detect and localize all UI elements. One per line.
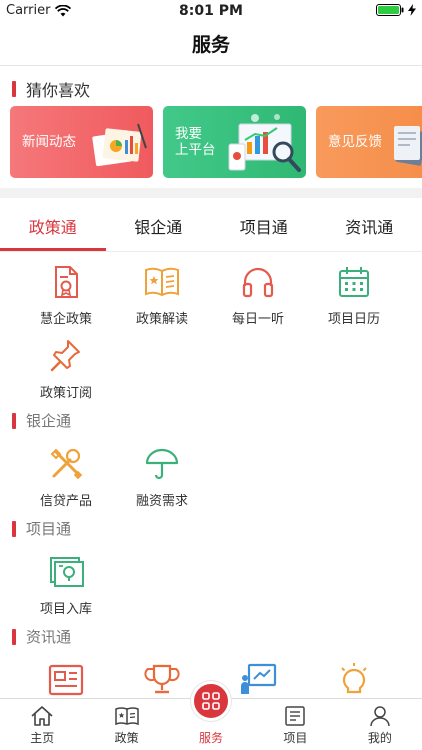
platform-illustration-icon — [228, 114, 301, 172]
tools-icon — [50, 448, 83, 480]
grid-label: 项目入库 — [39, 602, 92, 617]
tab-project[interactable]: 项目通 — [211, 200, 317, 251]
tabbar-service-label: 服务 — [199, 731, 224, 745]
news-illustration-icon — [92, 123, 147, 167]
tab-bank[interactable]: 银企通 — [106, 200, 212, 251]
grid-item-idea[interactable] — [302, 662, 406, 698]
tabbar-project-label: 项目 — [283, 731, 308, 745]
grid-item-project-storage[interactable]: 项目入库 — [14, 554, 118, 617]
umbrella-icon — [145, 448, 179, 480]
page-title: 服务 — [191, 34, 230, 56]
platform-card[interactable]: 我要 上平台 — [163, 106, 306, 178]
platform-card-label: 我要 上平台 — [175, 126, 216, 158]
presentation-icon — [241, 663, 277, 694]
newspaper-icon — [48, 664, 84, 696]
service-tabs: 政策通 银企通 项目通 资讯通 — [0, 200, 422, 252]
grid-item-subscribe[interactable]: 政策订阅 — [14, 338, 118, 401]
grid-label: 融资需求 — [135, 494, 188, 509]
platform-card-line2: 上平台 — [175, 142, 216, 158]
service-grid-icon — [202, 692, 220, 710]
tabbar-home[interactable]: 主页 — [0, 699, 84, 750]
grid-item-policy[interactable]: 慧企政策 — [14, 264, 118, 327]
pin-icon — [50, 340, 80, 372]
calendar-icon — [339, 267, 369, 297]
tab-policy[interactable]: 政策通 — [0, 200, 106, 251]
grid-label: 政策订阅 — [39, 386, 92, 401]
section-marker — [12, 412, 16, 429]
bottom-tab-bar: 主页 政策 服务 项目 我的 — [0, 681, 422, 750]
battery-icon — [376, 4, 404, 16]
home-icon — [31, 706, 53, 726]
nav-bar: 服务 — [0, 22, 422, 66]
grid-item-news[interactable] — [14, 662, 118, 698]
service-center-button[interactable] — [191, 681, 232, 721]
headphones-icon — [242, 267, 274, 298]
status-bar: Carrier 8:01 PM — [0, 0, 422, 22]
charging-icon — [408, 4, 416, 16]
policy-book-icon — [114, 707, 139, 726]
news-card-label: 新闻动态 — [22, 134, 76, 150]
tabbar-profile[interactable]: 我的 — [338, 699, 422, 750]
grid-label: 项目日历 — [327, 312, 380, 327]
platform-card-line1: 我要 — [175, 126, 202, 142]
grid-item-daily-listen[interactable]: 每日一听 — [206, 264, 310, 327]
info-section-title: 资讯通 — [26, 628, 72, 646]
policy-doc-icon — [55, 266, 78, 298]
service-screen: Carrier 8:01 PM 服务 猜你喜欢 新闻动态 我要 上平台 意见反馈… — [0, 0, 422, 750]
grid-label: 信贷产品 — [39, 494, 92, 509]
grid-label: 每日一听 — [231, 312, 284, 327]
grid-label: 政策解读 — [135, 312, 188, 327]
grid-item-calendar[interactable]: 项目日历 — [302, 264, 406, 327]
grid-item-interpretation[interactable]: 政策解读 — [110, 264, 214, 327]
section-marker — [12, 628, 16, 645]
project-section-title: 项目通 — [26, 520, 72, 538]
tabbar-policy[interactable]: 政策 — [84, 699, 168, 750]
bank-section-title: 银企通 — [26, 412, 72, 430]
trophy-icon — [144, 664, 180, 694]
grid-item-credit[interactable]: 信贷产品 — [14, 446, 118, 509]
status-time: 8:01 PM — [179, 3, 243, 19]
guess-section-title: 猜你喜欢 — [26, 81, 91, 100]
grid-label: 慧企政策 — [39, 312, 92, 327]
section-marker — [12, 81, 16, 97]
grid-item-financing[interactable]: 融资需求 — [110, 446, 214, 509]
tabbar-policy-label: 政策 — [114, 731, 139, 745]
feedback-card[interactable]: 意见反馈 — [316, 106, 422, 178]
section-marker — [12, 520, 16, 537]
info-section-header: 资讯通 — [12, 626, 71, 647]
feedback-card-label: 意见反馈 — [328, 134, 382, 150]
book-star-icon — [145, 267, 179, 297]
lightbulb-icon — [341, 663, 367, 694]
tabbar-service[interactable]: 服务 — [169, 681, 253, 750]
tabbar-profile-label: 我的 — [367, 731, 392, 745]
project-list-icon — [285, 706, 306, 726]
section-divider — [0, 188, 422, 198]
tabbar-home-label: 主页 — [30, 731, 55, 745]
profile-icon — [370, 706, 390, 727]
project-section-header: 项目通 — [12, 518, 71, 539]
project-storage-icon — [50, 557, 84, 587]
feedback-illustration-icon — [394, 126, 422, 166]
tab-info[interactable]: 资讯通 — [317, 200, 422, 251]
guess-section-header: 猜你喜欢 — [12, 77, 90, 101]
bank-section-header: 银企通 — [12, 410, 71, 431]
news-card[interactable]: 新闻动态 — [10, 106, 153, 178]
tabbar-project[interactable]: 项目 — [253, 699, 337, 750]
guess-cards: 新闻动态 我要 上平台 意见反馈 — [10, 106, 422, 178]
